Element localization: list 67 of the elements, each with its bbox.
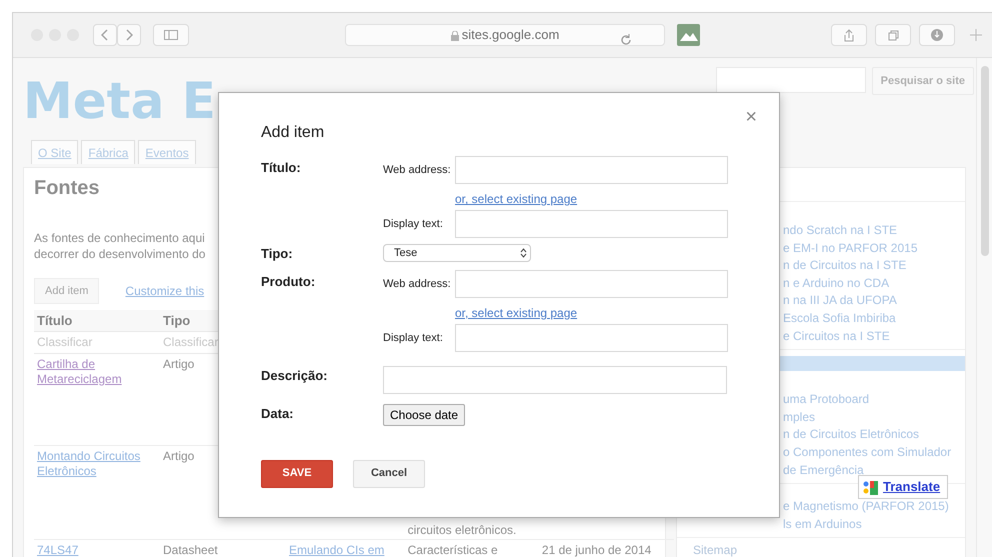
table-cell: Datasheet bbox=[163, 543, 218, 557]
back-button[interactable] bbox=[93, 24, 117, 46]
translate-link[interactable]: Translate bbox=[883, 477, 940, 497]
table-link[interactable]: Emulando CIs em bbox=[289, 543, 384, 557]
search-field[interactable] bbox=[716, 67, 866, 93]
web-address-field[interactable] bbox=[455, 156, 728, 184]
chevron-right-icon bbox=[125, 29, 133, 41]
search-button[interactable]: Pesquisar o site bbox=[872, 67, 974, 95]
table-cell: Artigo bbox=[163, 357, 194, 371]
field-label: Display text: bbox=[383, 330, 444, 346]
close-button[interactable]: × bbox=[739, 101, 763, 133]
table-cell: circuitos eletrônicos. bbox=[408, 523, 516, 537]
extension-icon[interactable] bbox=[677, 24, 700, 46]
share-icon bbox=[842, 28, 856, 42]
table-cell: Artigo bbox=[163, 449, 194, 463]
site-logo[interactable]: Meta E bbox=[23, 58, 216, 140]
translate-icon bbox=[863, 478, 879, 496]
select-page-link[interactable]: or, select existing page bbox=[455, 306, 578, 320]
field-label: Descrição: bbox=[261, 366, 328, 385]
scrollbar-thumb[interactable] bbox=[981, 66, 989, 256]
table-cell: Características e bbox=[408, 543, 498, 557]
chevron-left-icon bbox=[101, 29, 109, 41]
field-label: Data: bbox=[261, 404, 295, 423]
table-link[interactable]: 74LS47 bbox=[37, 543, 78, 557]
dialog-title: Add item bbox=[261, 123, 326, 142]
save-button[interactable]: SAVE bbox=[261, 460, 333, 488]
table-link[interactable]: Montando Circuitos Eletrônicos bbox=[37, 449, 157, 479]
field-label: Tipo: bbox=[261, 245, 294, 264]
display-text-field[interactable] bbox=[455, 324, 728, 352]
translate-widget[interactable]: Translate bbox=[858, 475, 948, 499]
site-tab[interactable]: O Site bbox=[31, 140, 78, 164]
sort-dropdown[interactable]: Classificar bbox=[163, 335, 218, 349]
site-tab[interactable]: Eventos bbox=[138, 140, 196, 164]
sidebar-icon bbox=[164, 30, 178, 40]
field-label: Web address: bbox=[383, 276, 452, 292]
description-text: decorrer do desenvolvimento do bbox=[34, 246, 206, 262]
url-text: sites.google.com bbox=[462, 26, 560, 44]
select-page-link[interactable]: or, select existing page bbox=[455, 192, 578, 206]
customize-link[interactable]: Customize this bbox=[125, 282, 204, 300]
download-icon bbox=[930, 28, 944, 42]
share-button[interactable] bbox=[831, 24, 867, 46]
sort-dropdown[interactable]: Classificar bbox=[37, 335, 92, 349]
download-button[interactable] bbox=[919, 24, 955, 46]
sitemap-link[interactable]: Sitemap bbox=[677, 542, 965, 557]
add-item-button[interactable]: Add item bbox=[34, 278, 100, 304]
choose-date-button[interactable]: Choose date bbox=[383, 404, 466, 426]
address-bar[interactable]: sites.google.com bbox=[345, 24, 665, 46]
field-label: Display text: bbox=[383, 217, 444, 232]
page-heading: Fontes bbox=[34, 176, 100, 200]
table-cell: 21 de junho de 2014 bbox=[542, 543, 652, 557]
type-select[interactable]: Tese bbox=[383, 244, 531, 262]
web-address-field[interactable] bbox=[455, 270, 728, 298]
table-link[interactable]: Cartilha de Metareciclagem bbox=[37, 357, 157, 387]
field-label: Título: bbox=[261, 159, 302, 178]
tabs-icon bbox=[886, 28, 900, 42]
sidebar-button[interactable] bbox=[153, 24, 189, 46]
display-text-field[interactable] bbox=[455, 210, 728, 238]
cancel-button[interactable]: Cancel bbox=[353, 460, 425, 488]
site-tab[interactable]: Fábrica bbox=[81, 140, 136, 164]
description-field[interactable] bbox=[383, 366, 727, 394]
field-label: Produto: bbox=[261, 272, 316, 291]
description-text: As fontes de conhecimento aqui bbox=[34, 230, 205, 246]
sidebar-link[interactable]: ls em Arduinos bbox=[677, 516, 965, 534]
column-header[interactable]: Título bbox=[34, 310, 160, 332]
forward-button[interactable] bbox=[117, 24, 141, 46]
tabs-button[interactable] bbox=[875, 24, 911, 46]
field-label: Web address: bbox=[383, 163, 452, 178]
